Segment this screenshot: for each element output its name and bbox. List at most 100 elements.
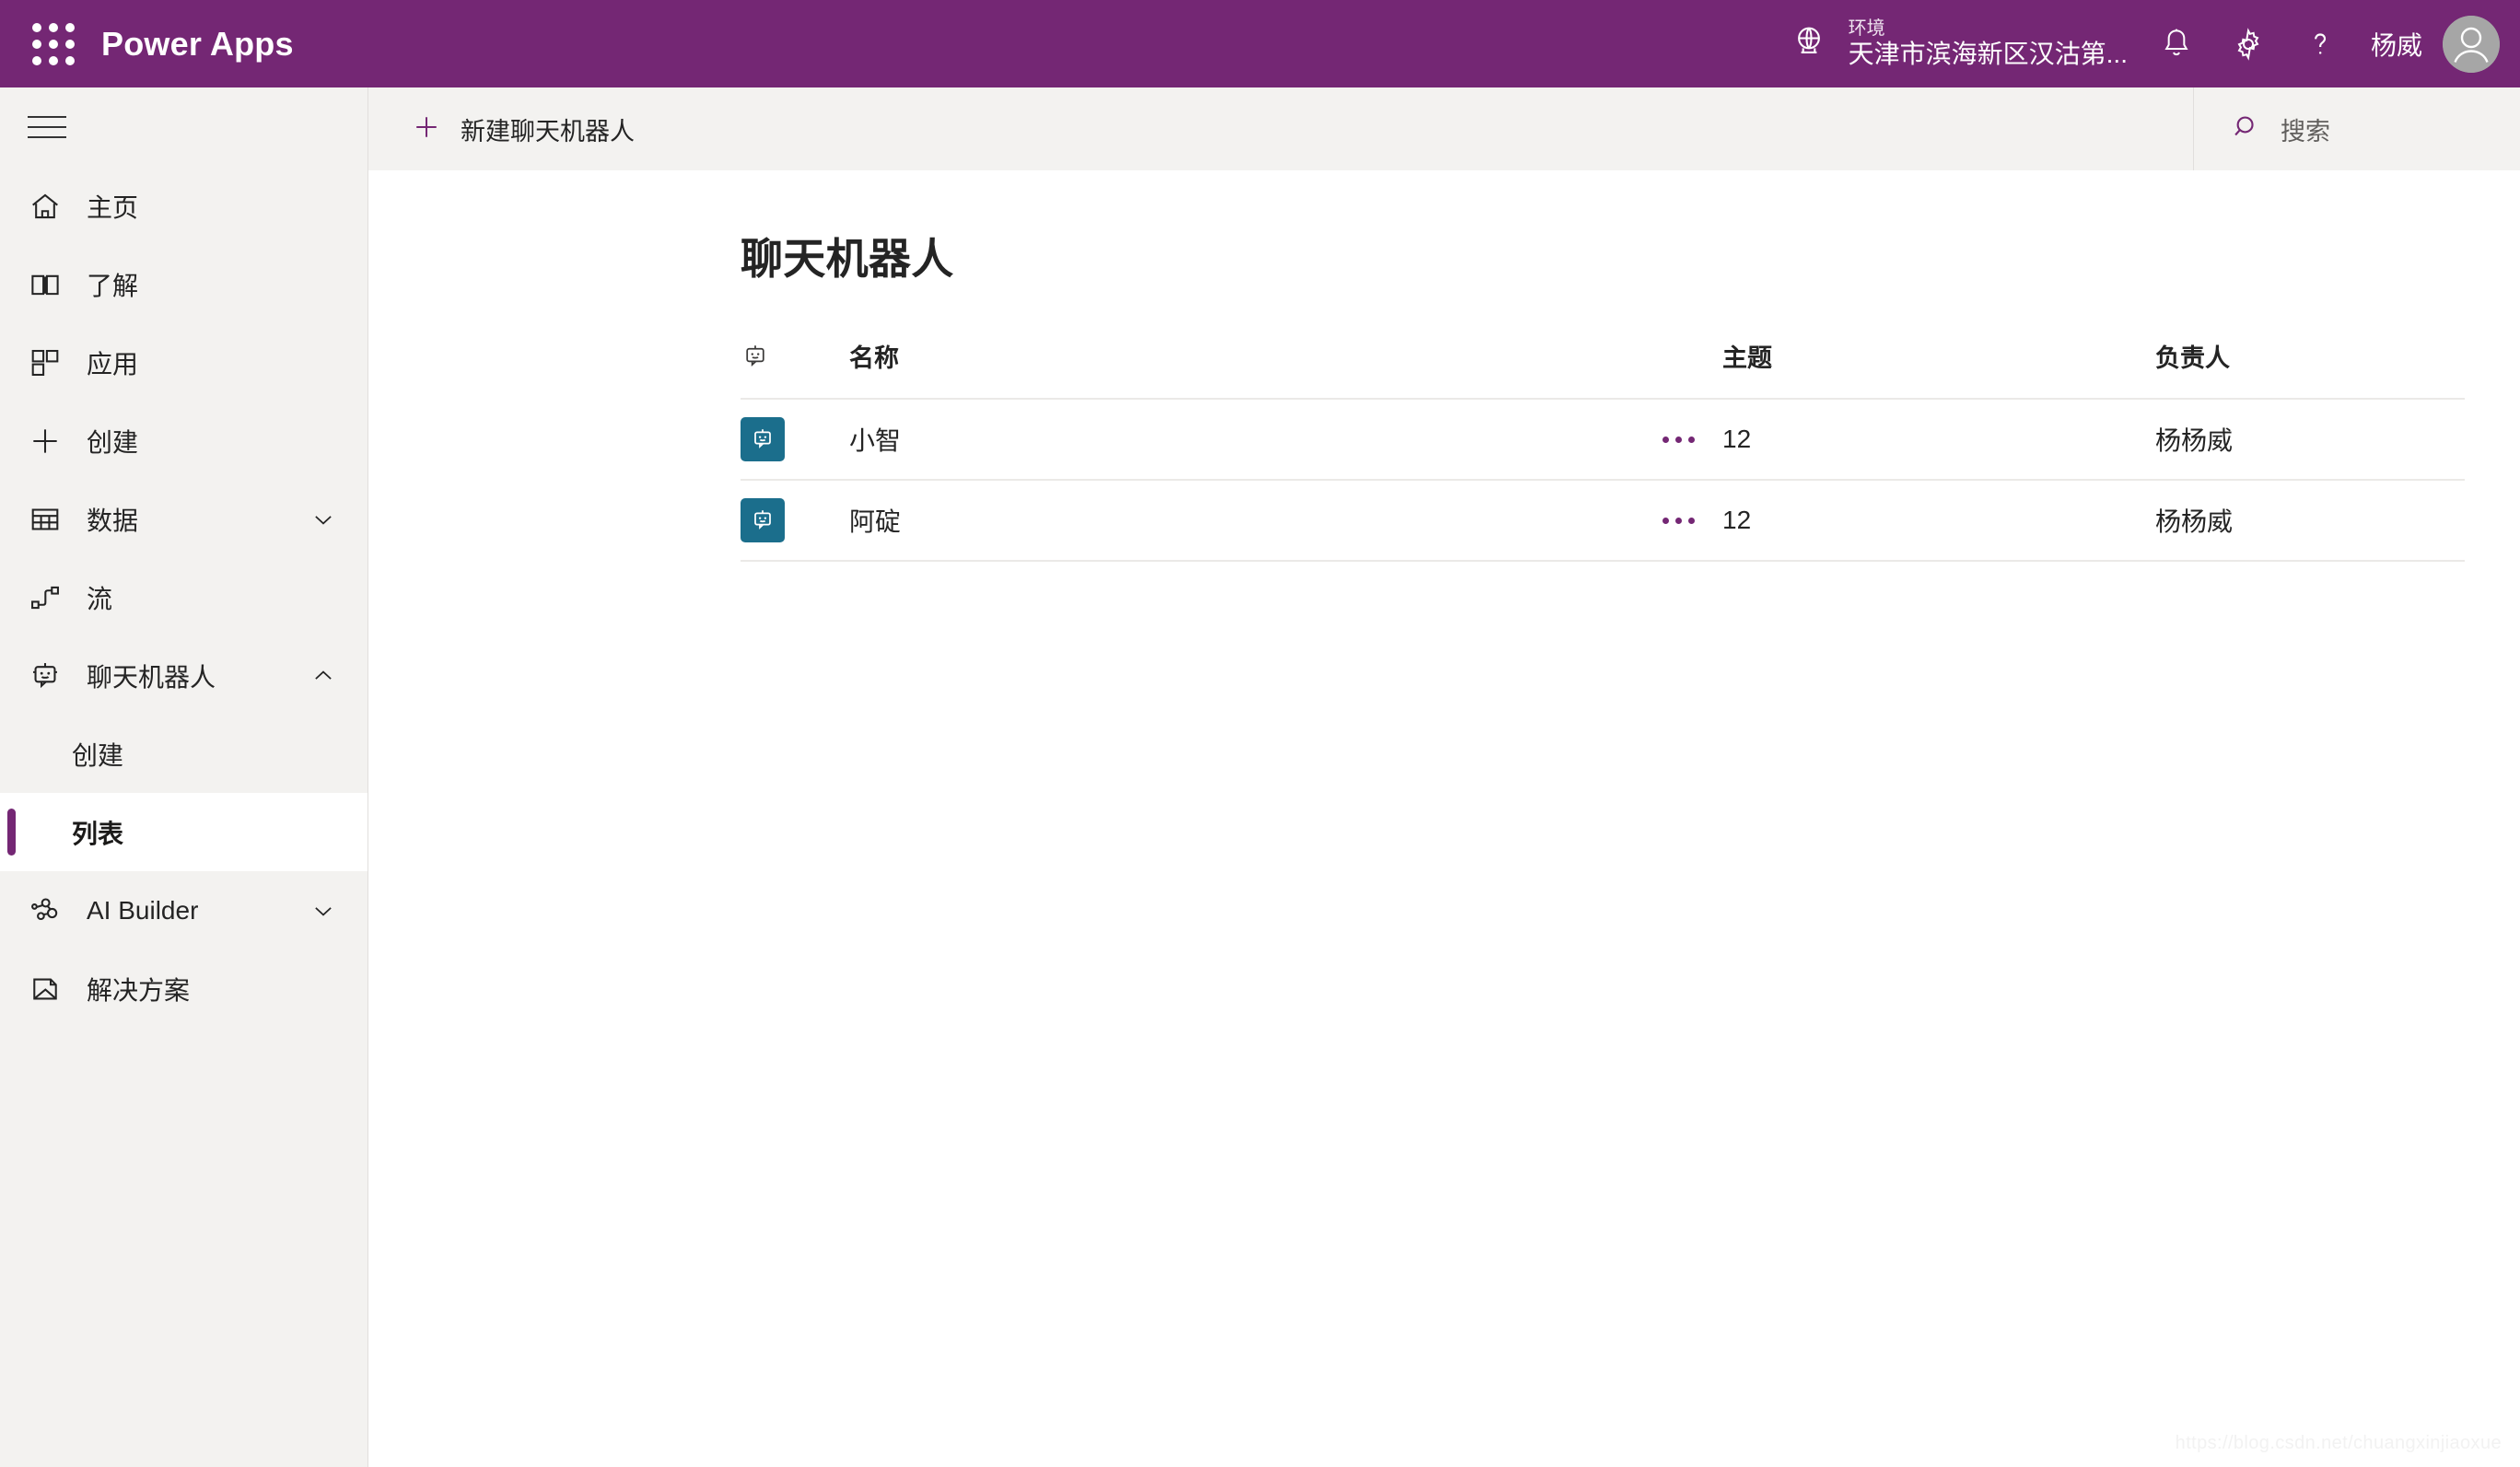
sidebar-item-label: 应用 — [87, 344, 342, 381]
topics-count: 12 — [1722, 506, 1751, 534]
waffle-dot — [65, 56, 75, 65]
row-name-cell: 小智 — [849, 399, 1651, 480]
column-header-owner[interactable]: 负责人 — [2155, 286, 2465, 399]
table-icon — [28, 502, 72, 537]
bell-icon[interactable] — [2141, 8, 2212, 80]
app-launcher-icon[interactable] — [15, 0, 92, 87]
user-menu[interactable]: 杨威 — [2371, 16, 2500, 73]
sidebar-item-label: 聊天机器人 — [87, 658, 305, 694]
bot-icon — [741, 342, 849, 371]
sidebar-subitem-label: 列表 — [72, 814, 368, 851]
hamburger-lines — [28, 116, 66, 138]
environment-value: 天津市滨海新区汉沽第... — [1849, 40, 2128, 69]
sidebar-item-flows[interactable]: 流 — [0, 558, 368, 636]
row-name-cell: 阿碇 — [849, 480, 1651, 561]
brand-title[interactable]: Power Apps — [101, 25, 294, 64]
hamburger-line — [28, 126, 66, 128]
sidebar-item-ai-builder[interactable]: AI Builder — [0, 871, 368, 949]
row-owner-cell: 杨杨威 — [2155, 480, 2465, 561]
search-input[interactable]: 搜索 — [2193, 87, 2520, 170]
bot-icon — [741, 498, 785, 542]
sidebar-item-chatbots[interactable]: 聊天机器人 — [0, 636, 368, 715]
dot — [1662, 437, 1669, 443]
chatbot-name-link[interactable]: 阿碇 — [849, 507, 901, 536]
sidebar-item-label: 主页 — [87, 188, 342, 225]
command-bar-left: 新建聊天机器人 — [368, 87, 2193, 170]
table-row[interactable]: 小智 12 — [741, 399, 2465, 480]
new-chatbot-label: 新建聊天机器人 — [461, 111, 635, 147]
sidebar-item-solutions[interactable]: 解决方案 — [0, 949, 368, 1028]
column-header-topics[interactable]: 主题 — [1722, 286, 2155, 399]
sidebar-item-label: 数据 — [87, 501, 305, 538]
waffle-dot — [65, 23, 75, 32]
sidebar-item-label: 解决方案 — [87, 971, 342, 1007]
table-row[interactable]: 阿碇 12 — [741, 480, 2465, 561]
chevron-down-icon[interactable] — [305, 897, 342, 925]
chatbot-name-link[interactable]: 小智 — [849, 426, 901, 455]
watermark-text: https://blog.csdn.net/chuangxinjiaoxue — [2176, 1433, 2502, 1454]
chevron-down-icon[interactable] — [305, 506, 342, 533]
topics-count: 12 — [1722, 425, 1751, 453]
hamburger-line — [28, 136, 66, 138]
page-title: 聊天机器人 — [368, 170, 2520, 286]
waffle-dot — [32, 23, 41, 32]
question-mark-icon[interactable] — [2284, 8, 2356, 80]
sidebar-subitem-list[interactable]: 列表 — [0, 793, 368, 871]
book-icon — [28, 267, 72, 302]
row-topics-cell: 12 — [1722, 399, 2155, 480]
left-navigation-sidebar: 主页 了解 — [0, 87, 368, 1467]
more-options-icon[interactable] — [1651, 419, 1706, 460]
dot — [1675, 518, 1682, 524]
search-icon — [2231, 111, 2262, 147]
row-overflow-cell — [1651, 399, 1722, 480]
hamburger-menu-icon[interactable] — [0, 87, 368, 167]
command-bar: 新建聊天机器人 搜索 — [368, 87, 2520, 170]
table-body: 小智 12 — [741, 399, 2465, 561]
home-icon — [28, 189, 72, 224]
sidebar-item-home[interactable]: 主页 — [0, 167, 368, 245]
dot — [1688, 518, 1695, 524]
waffle-dot — [49, 23, 58, 32]
waffle-dot — [49, 56, 58, 65]
bot-icon — [28, 658, 72, 693]
row-topics-cell: 12 — [1722, 480, 2155, 561]
sidebar-item-learn[interactable]: 了解 — [0, 245, 368, 323]
bot-icon — [741, 417, 785, 461]
gear-icon[interactable] — [2212, 8, 2284, 80]
flow-icon — [28, 580, 72, 615]
table-header-row: 名称 主题 负责人 — [741, 286, 2465, 399]
environment-text: 环境 天津市滨海新区汉沽第... — [1849, 18, 2128, 69]
dot — [1662, 518, 1669, 524]
hamburger-line — [28, 116, 66, 118]
sidebar-subitem-create[interactable]: 创建 — [0, 715, 368, 793]
dot — [1675, 437, 1682, 443]
person-avatar-icon[interactable] — [2443, 16, 2500, 73]
more-options-icon[interactable] — [1651, 500, 1706, 541]
search-placeholder: 搜索 — [2281, 111, 2330, 147]
plus-icon — [28, 424, 72, 459]
main-content-area: 新建聊天机器人 搜索 聊天机器人 — [368, 87, 2520, 1467]
sidebar-item-label: AI Builder — [87, 896, 305, 926]
waffle-dot — [65, 40, 75, 49]
row-avatar-cell — [741, 480, 849, 561]
row-avatar-cell — [741, 399, 849, 480]
sidebar-item-apps[interactable]: 应用 — [0, 323, 368, 402]
owner-name: 杨杨威 — [2155, 426, 2233, 455]
row-overflow-cell — [1651, 480, 1722, 561]
sidebar-item-label: 创建 — [87, 423, 342, 460]
ai-builder-icon — [28, 893, 72, 928]
sidebar-item-create[interactable]: 创建 — [0, 402, 368, 480]
sidebar-item-data[interactable]: 数据 — [0, 480, 368, 558]
top-header-bar: Power Apps 环境 天津市滨海新区汉沽第... — [0, 0, 2520, 87]
solutions-icon — [28, 972, 72, 1007]
chevron-up-icon[interactable] — [305, 662, 342, 690]
environment-label: 环境 — [1849, 18, 2128, 40]
waffle-dot — [32, 40, 41, 49]
dot — [1688, 437, 1695, 443]
app-body: 主页 了解 — [0, 87, 2520, 1467]
environment-selector[interactable]: 环境 天津市滨海新区汉沽第... — [1777, 13, 2141, 75]
column-header-name[interactable]: 名称 — [849, 286, 1651, 399]
new-chatbot-button[interactable]: 新建聊天机器人 — [394, 97, 651, 161]
sidebar-item-label: 流 — [87, 579, 342, 616]
navigation-list: 主页 了解 — [0, 167, 368, 1028]
